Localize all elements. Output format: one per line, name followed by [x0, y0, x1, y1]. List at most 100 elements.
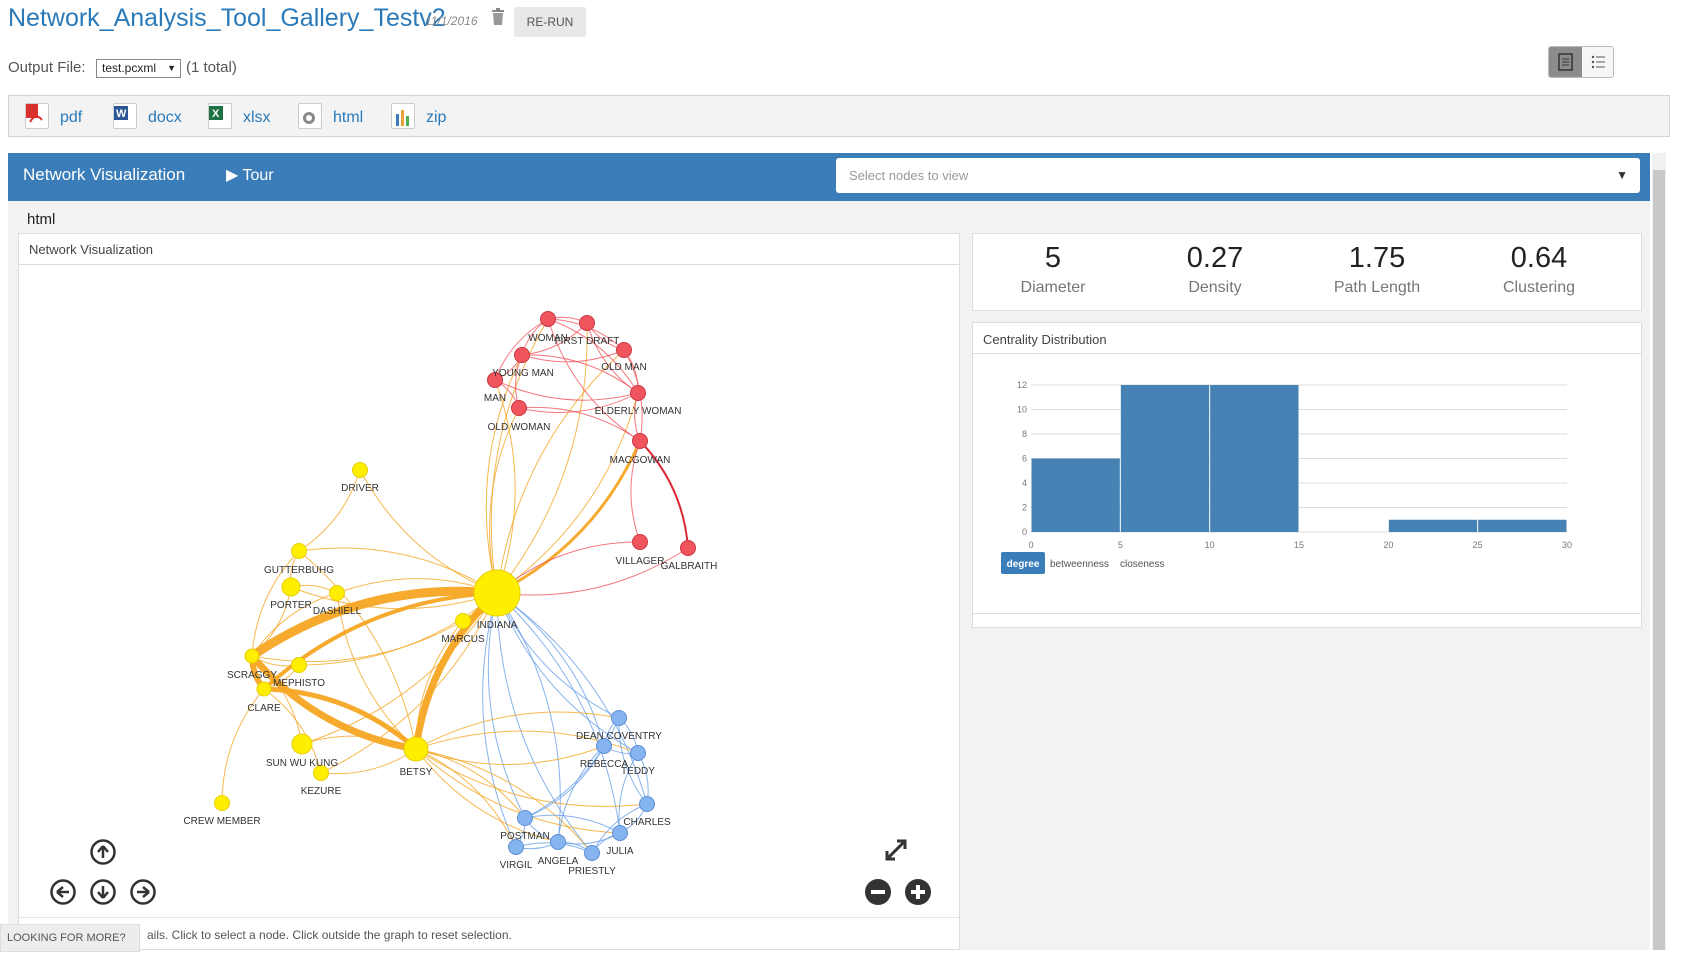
pan-up-button[interactable] — [90, 839, 116, 865]
histogram-bar[interactable] — [1388, 519, 1478, 532]
pan-right-button[interactable] — [130, 879, 156, 905]
html-file-icon — [298, 103, 322, 129]
graph-node[interactable] — [611, 710, 627, 726]
download-docx-link[interactable]: W docx — [113, 103, 193, 131]
pdf-file-icon — [25, 103, 49, 129]
section-label: html — [27, 211, 56, 228]
pan-down-button[interactable] — [90, 879, 116, 905]
svg-text:X: X — [212, 108, 220, 120]
graph-node[interactable] — [540, 311, 556, 327]
tab-closeness[interactable]: closeness — [1120, 559, 1164, 570]
svg-text:W: W — [116, 108, 127, 120]
graph-node[interactable] — [632, 433, 648, 449]
graph-node[interactable] — [352, 462, 368, 478]
output-file-select[interactable]: test.pcxml ▼ — [96, 59, 181, 78]
graph-node[interactable] — [214, 795, 230, 811]
graph-node[interactable] — [291, 543, 307, 559]
y-tick-label: 12 — [1017, 380, 1027, 390]
graph-node-label: PORTER — [270, 600, 312, 611]
tour-button[interactable]: ▶ Tour — [226, 165, 274, 185]
fullscreen-icon — [885, 839, 907, 861]
graph-node-label: BETSY — [400, 767, 433, 778]
metric-clustering: 0.64 Clustering — [1459, 242, 1619, 297]
arrow-right-icon — [130, 879, 156, 905]
node-select-dropdown[interactable]: Select nodes to view ▼ — [836, 158, 1640, 193]
graph-node-label: OLD MAN — [601, 362, 647, 373]
metric-value: 5 — [1044, 242, 1062, 274]
document-view-button[interactable] — [1549, 47, 1582, 77]
graph-node[interactable] — [511, 400, 527, 416]
download-html-link[interactable]: html — [298, 103, 368, 131]
graph-node-label: YOUNG MAN — [492, 368, 554, 379]
output-file-total: (1 total) — [186, 59, 237, 76]
graph-node[interactable] — [256, 681, 272, 697]
graph-node[interactable] — [632, 534, 648, 550]
y-tick-label: 6 — [1022, 454, 1027, 464]
graph-node[interactable] — [329, 585, 345, 601]
graph-node-label: GALBRAITH — [661, 561, 718, 572]
report-title[interactable]: Network_Analysis_Tool_Gallery_Testv2 — [8, 4, 446, 33]
graph-node[interactable] — [550, 834, 566, 850]
list-icon — [1591, 55, 1605, 69]
metric-label: Path Length — [1333, 279, 1421, 296]
trash-icon[interactable] — [491, 8, 505, 26]
graph-node[interactable] — [473, 569, 521, 617]
tab-betweenness[interactable]: betweenness — [1050, 559, 1109, 570]
graph-node[interactable] — [403, 736, 429, 762]
histogram-bar[interactable] — [1210, 385, 1299, 532]
graph-node[interactable] — [584, 845, 600, 861]
arrow-down-icon — [90, 879, 116, 905]
centrality-panel: Centrality Distribution 0 2 4 6 8 10 12 0 5 10 15 2… — [972, 322, 1642, 628]
metric-value: 1.75 — [1348, 242, 1406, 274]
chart-x-ticks: 0 5 10 15 20 25 30 — [1028, 540, 1572, 550]
graph-edge — [359, 469, 498, 594]
metrics-panel: 5 Diameter 0.27 Density 1.75 Path Length… — [972, 233, 1642, 311]
zoom-out-button[interactable] — [865, 879, 891, 905]
chart-body: 0 2 4 6 8 10 12 0 5 10 15 20 25 30 — [1017, 380, 1572, 550]
list-view-button[interactable] — [1582, 47, 1613, 77]
centrality-title: Centrality Distribution — [973, 323, 1641, 354]
graph-node[interactable] — [579, 315, 595, 331]
zoom-out-icon — [865, 879, 891, 905]
histogram-bar[interactable] — [1031, 458, 1120, 533]
histogram-bar[interactable] — [1478, 519, 1567, 532]
graph-edge — [485, 354, 523, 594]
download-zip-link[interactable]: zip — [391, 103, 451, 131]
scrollbar-thumb[interactable] — [1653, 170, 1665, 950]
word-file-icon: W — [113, 103, 137, 129]
y-tick-label: 0 — [1022, 527, 1027, 537]
pan-left-button[interactable] — [50, 879, 76, 905]
graph-edge — [524, 745, 605, 819]
zoom-in-button[interactable] — [905, 879, 931, 905]
graph-node-label: CLARE — [247, 703, 281, 714]
tab-degree[interactable]: degree — [1007, 559, 1040, 570]
fullscreen-button[interactable] — [883, 837, 909, 863]
histogram-bar[interactable] — [1120, 385, 1210, 532]
graph-node[interactable] — [517, 810, 533, 826]
arrow-up-icon — [90, 839, 116, 865]
graph-node-label: OLD WOMAN — [488, 422, 551, 433]
graph-node[interactable] — [291, 657, 307, 673]
x-tick-label: 25 — [1473, 540, 1483, 550]
download-pdf-link[interactable]: pdf — [25, 103, 95, 131]
graph-node[interactable] — [639, 796, 655, 812]
graph-node[interactable] — [630, 385, 646, 401]
looking-for-more-button[interactable]: LOOKING FOR MORE? — [0, 924, 140, 952]
caret-down-icon: ▼ — [1616, 168, 1628, 182]
graph-nodes — [214, 311, 696, 861]
network-graph[interactable]: WOMANFIRST DRAFTYOUNG MANOLD MANMANELDER… — [19, 266, 959, 916]
zoom-in-icon — [905, 879, 931, 905]
graph-node[interactable] — [244, 648, 260, 664]
graph-node[interactable] — [291, 733, 313, 755]
graph-node[interactable] — [455, 613, 471, 629]
rerun-button[interactable]: RE-RUN — [514, 7, 586, 37]
graph-node[interactable] — [514, 347, 530, 363]
graph-node[interactable] — [630, 745, 646, 761]
x-tick-label: 15 — [1294, 540, 1304, 550]
metric-path-length: 1.75 Path Length — [1297, 242, 1457, 297]
graph-edge — [586, 322, 639, 394]
graph-node[interactable] — [680, 540, 696, 556]
download-xlsx-link[interactable]: X xlsx — [208, 103, 278, 131]
x-tick-label: 0 — [1028, 540, 1033, 550]
graph-node[interactable] — [281, 577, 301, 597]
